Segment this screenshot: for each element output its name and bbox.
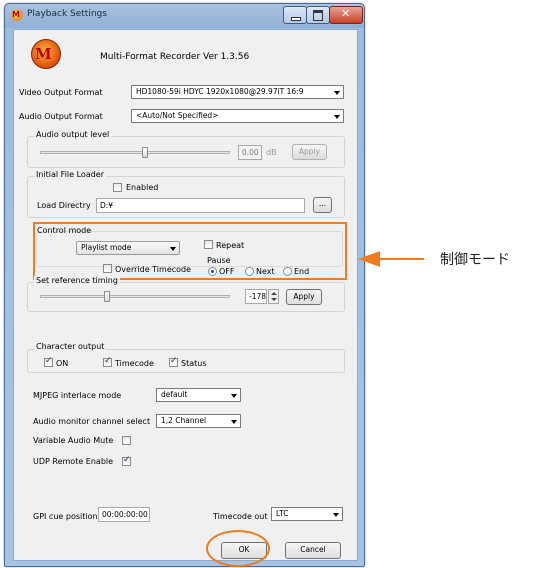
timecode-out-label: Timecode out [213,512,268,521]
reference-timing-track[interactable] [40,295,230,298]
annotation-arrow-line [380,258,424,260]
app-name: Multi-Format Recorder Ver 1.3.56 [100,52,250,62]
control-mode-highlight [33,222,347,280]
mjpeg-select[interactable]: default [156,388,241,402]
audio-level-track[interactable] [40,151,230,154]
enabled-checkbox[interactable] [113,183,122,192]
maximize-button[interactable] [306,6,330,24]
char-on-label: ON [56,359,69,368]
variable-mute-checkbox[interactable] [122,436,131,445]
mjpeg-label: MJPEG interlace mode [33,391,122,400]
audio-monitor-select[interactable]: 1,2 Channel [156,414,241,428]
ok-highlight-circle [206,530,270,567]
char-status-checkbox[interactable] [169,356,178,367]
app-logo: M [31,39,61,69]
gpi-cue-label: GPI cue position [33,512,98,521]
video-output-label: Video Output Format [19,88,103,97]
reference-timing-field[interactable]: -178 [245,289,267,304]
char-timecode-checkbox[interactable] [103,356,112,367]
reference-timing-apply-button[interactable]: Apply [286,289,322,305]
chevron-down-icon [333,513,339,517]
audio-level-slider[interactable] [141,147,148,158]
audio-output-label: Audio Output Format [19,112,103,121]
audio-monitor-label: Audio monitor channel select [33,417,151,426]
enabled-label: Enabled [126,183,159,192]
chevron-down-icon [334,115,340,119]
close-button[interactable]: ✕ [329,6,363,24]
gpi-cue-field[interactable]: 00:00:00:00 [98,507,150,522]
audio-level-apply-button[interactable]: Apply [292,144,327,160]
annotation-label: 制御モード [440,252,510,268]
udp-remote-label: UDP Remote Enable [33,457,114,466]
load-directory-field[interactable]: D:¥ [96,198,305,213]
chevron-down-icon [231,420,237,424]
char-timecode-label: Timecode [115,359,154,368]
char-on-checkbox[interactable] [44,356,53,367]
browse-button[interactable]: ... [313,197,332,213]
load-directory-label: Load Directry [37,201,91,210]
chevron-down-icon [334,91,340,95]
reference-timing-title: Set reference timing [34,276,120,285]
file-loader-title: Initial File Loader [34,170,107,179]
audio-level-unit: dB [266,148,277,157]
character-output-title: Character output [34,342,107,351]
close-icon: ✕ [341,7,351,20]
annotation-arrow-icon [358,251,380,267]
reference-timing-slider[interactable] [103,291,110,302]
variable-mute-label: Variable Audio Mute [33,436,114,445]
video-output-select[interactable]: HD1080-59i HDYC 1920x1080@29.97iT 16:9 [131,85,344,99]
audio-level-field[interactable]: 0.00 [238,145,262,160]
window-title: Playback Settings [27,9,107,19]
udp-remote-checkbox[interactable] [122,455,131,466]
reference-timing-spinner[interactable] [268,289,279,304]
minimize-button[interactable] [283,6,307,24]
title-bar[interactable]: M Playback Settings ✕ [5,4,364,26]
cancel-button[interactable]: Cancel [285,542,341,559]
audio-level-title: Audio output level [34,130,112,139]
char-status-label: Status [181,359,207,368]
chevron-down-icon [231,394,237,398]
timecode-out-select[interactable]: LTC [271,507,343,521]
app-icon: M [11,9,23,21]
audio-output-select[interactable]: <Auto/Not Specified> [131,109,344,123]
